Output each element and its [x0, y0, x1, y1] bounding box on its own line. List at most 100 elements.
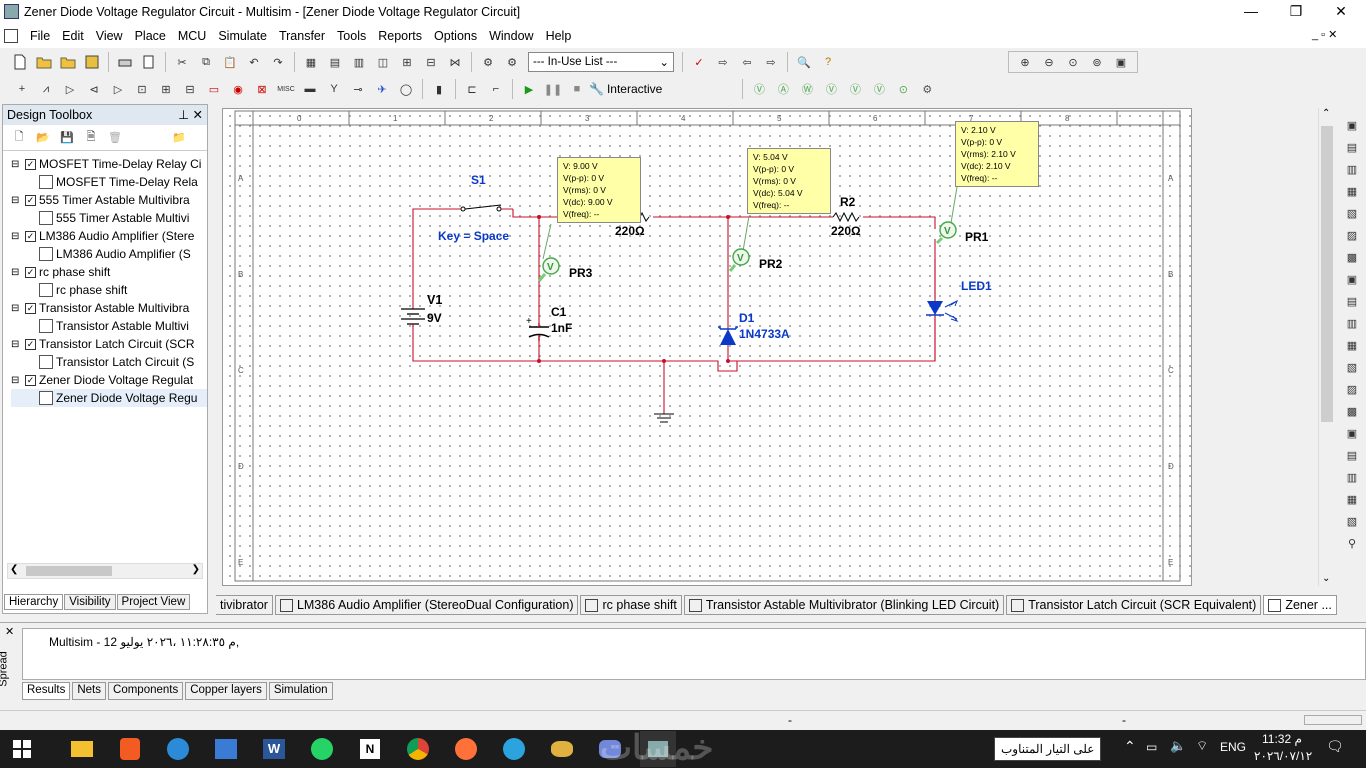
delete-sheet-icon[interactable]: 🗑 — [105, 128, 125, 148]
clock-date[interactable]: ٢٠٢٦/٠٧/١٢ — [1254, 749, 1312, 763]
distortion-analyzer-icon[interactable]: ▧ — [1342, 358, 1362, 376]
wine-icon[interactable] — [544, 731, 580, 767]
pause-icon[interactable]: ❚❚ — [543, 79, 563, 99]
tree-item[interactable]: ⊟ ✓ rc phase shift — [11, 263, 207, 281]
schematic-svg[interactable]: 0 1 2 3 4 5 6 7 8 A B C D E A B C D E V1… — [223, 109, 1193, 587]
scroll-left-icon[interactable]: ❮ — [10, 564, 18, 575]
canvas-vscroll[interactable]: ⌃ ⌄ — [1318, 108, 1334, 586]
probe-vi-icon[interactable]: Ⓥ — [845, 79, 865, 99]
tab-project-view[interactable]: Project View — [116, 594, 191, 610]
checkbox-icon[interactable]: ✓ — [25, 194, 36, 206]
menu-reports[interactable]: Reports — [372, 25, 428, 47]
menu-place[interactable]: Place — [129, 25, 172, 47]
probe-current-icon[interactable]: Ⓐ — [773, 79, 793, 99]
scroll-up-icon[interactable]: ⌃ — [1322, 108, 1330, 119]
full-screen-icon[interactable]: ▣ — [1111, 52, 1131, 72]
spreadsheet-view-icon[interactable]: ▤ — [325, 52, 345, 72]
tree-item[interactable]: ⊟ ✓ LM386 Audio Amplifier (Stere — [11, 227, 207, 245]
store-icon[interactable] — [208, 731, 244, 767]
tab-components[interactable]: Components — [108, 682, 184, 700]
start-icon[interactable] — [4, 731, 40, 767]
battery-icon[interactable]: ▭ — [1146, 740, 1157, 754]
print-preview-icon[interactable] — [139, 52, 159, 72]
probe-power-icon[interactable]: Ⓦ — [797, 79, 817, 99]
menu-edit[interactable]: Edit — [56, 25, 90, 47]
place-electromech-icon[interactable]: ⊸ — [348, 79, 368, 99]
back-annotate-icon[interactable]: ⚙ — [502, 52, 522, 72]
doc-tab[interactable]: rc phase shift — [580, 595, 682, 615]
current-probe-icon[interactable]: ⚲ — [1342, 534, 1362, 552]
scroll-thumb[interactable] — [26, 566, 112, 576]
checkbox-icon[interactable]: ✓ — [25, 338, 36, 350]
tab-visibility[interactable]: Visibility — [64, 594, 116, 610]
doc-tab[interactable]: LM386 Audio Amplifier (StereoDual Config… — [274, 595, 579, 615]
save-icon[interactable] — [82, 52, 102, 72]
language-indicator[interactable]: ENG — [1220, 740, 1246, 754]
clock-time[interactable]: 11:32 م — [1262, 732, 1302, 746]
bode-plotter-icon[interactable]: ▨ — [1342, 226, 1362, 244]
database-icon[interactable]: ▥ — [349, 52, 369, 72]
in-use-list-select[interactable]: --- In-Use List --- ⌄ — [528, 52, 674, 72]
minimize-button[interactable]: — — [1228, 0, 1274, 24]
place-advanced-peripherals-icon[interactable]: ▬ — [300, 79, 320, 99]
grapher-icon[interactable]: ◫ — [373, 52, 393, 72]
labview-icon[interactable]: ▧ — [1342, 512, 1362, 530]
tab-copper-layers[interactable]: Copper layers — [185, 682, 267, 700]
menu-view[interactable]: View — [90, 25, 129, 47]
panel-close-icon[interactable]: ✕ — [193, 105, 203, 125]
place-analog-icon[interactable]: ▷ — [108, 79, 128, 99]
place-ni-component-icon[interactable]: ✈ — [372, 79, 392, 99]
doc-tab-active[interactable]: Zener ... — [1263, 595, 1337, 615]
spreadsheet-close-icon[interactable]: ✕ — [5, 625, 14, 638]
paste-icon[interactable]: 📋 — [220, 52, 240, 72]
copy-icon[interactable]: ⧉ — [196, 52, 216, 72]
probe-pr3-readout[interactable]: V: 9.00 V V(p-p): 0 V V(rms): 0 V V(dc):… — [557, 157, 641, 223]
iv-analyzer-icon[interactable]: ▦ — [1342, 336, 1362, 354]
place-misc-icon[interactable]: MISC — [276, 79, 296, 99]
word-icon[interactable]: W — [256, 731, 292, 767]
menu-window[interactable]: Window — [483, 25, 539, 47]
probe-settings-icon[interactable]: ⚙ — [917, 79, 937, 99]
place-mcu-icon[interactable]: ▮ — [429, 79, 449, 99]
restore-button[interactable]: ❐ — [1273, 0, 1319, 24]
doc-tab[interactable]: Transistor Astable Multivibrator (Blinki… — [683, 595, 1005, 615]
logic-converter-icon[interactable]: ▤ — [1342, 292, 1362, 310]
probe-pr2-readout[interactable]: V: 5.04 V V(p-p): 0 V V(rms): 0 V V(dc):… — [747, 148, 831, 214]
firefox-icon[interactable] — [448, 731, 484, 767]
place-diode-icon[interactable]: ▷ — [60, 79, 80, 99]
zoom-out-icon[interactable]: ⊖ — [1039, 52, 1059, 72]
network-analyzer-icon[interactable]: ▩ — [1342, 402, 1362, 420]
tree-child[interactable]: 555 Timer Astable Multivi — [11, 209, 207, 227]
tree-item[interactable]: ⊟ ✓ MOSFET Time-Delay Relay Ci — [11, 155, 207, 173]
undo-icon[interactable]: ↶ — [244, 52, 264, 72]
scroll-down-icon[interactable]: ⌄ — [1322, 573, 1330, 584]
checkbox-icon[interactable]: ✓ — [25, 158, 36, 170]
menu-help[interactable]: Help — [540, 25, 578, 47]
agilent-multimeter-icon[interactable]: ▤ — [1342, 446, 1362, 464]
menu-transfer[interactable]: Transfer — [273, 25, 331, 47]
run-icon[interactable]: ▶ — [519, 79, 539, 99]
print-icon[interactable] — [115, 52, 135, 72]
brave-icon[interactable] — [112, 731, 148, 767]
erc-icon[interactable]: ⊟ — [421, 52, 441, 72]
place-rf-icon[interactable]: Y — [324, 79, 344, 99]
agilent-generator-icon[interactable]: ▣ — [1342, 424, 1362, 442]
doc-tab[interactable]: Transistor Latch Circuit (SCR Equivalent… — [1006, 595, 1262, 615]
notion-icon[interactable]: N — [352, 731, 388, 767]
agilent-scope-icon[interactable]: ▥ — [1342, 468, 1362, 486]
place-bus-icon[interactable]: ⌐ — [486, 79, 506, 99]
interactive-mode-button[interactable]: 🔧 Interactive — [589, 82, 662, 96]
menu-tools[interactable]: Tools — [331, 25, 372, 47]
pin-icon[interactable]: ⊥ — [178, 105, 189, 125]
tree-item[interactable]: ⊟ ✓ Zener Diode Voltage Regulat — [11, 371, 207, 389]
logic-analyzer-icon[interactable]: ▥ — [1342, 314, 1362, 332]
file-explorer-icon[interactable] — [64, 731, 100, 767]
tree-child[interactable]: Transistor Latch Circuit (S — [11, 353, 207, 371]
frequency-counter-icon[interactable]: ▩ — [1342, 248, 1362, 266]
menu-options[interactable]: Options — [428, 25, 483, 47]
whatsapp-icon[interactable] — [304, 731, 340, 767]
toolbox-hscroll[interactable]: ❮ ❯ — [7, 563, 203, 579]
probe-reference-icon[interactable]: ⊙ — [893, 79, 913, 99]
open-folder-icon[interactable] — [58, 52, 78, 72]
tree-item[interactable]: ⊟ ✓ 555 Timer Astable Multivibra — [11, 191, 207, 209]
